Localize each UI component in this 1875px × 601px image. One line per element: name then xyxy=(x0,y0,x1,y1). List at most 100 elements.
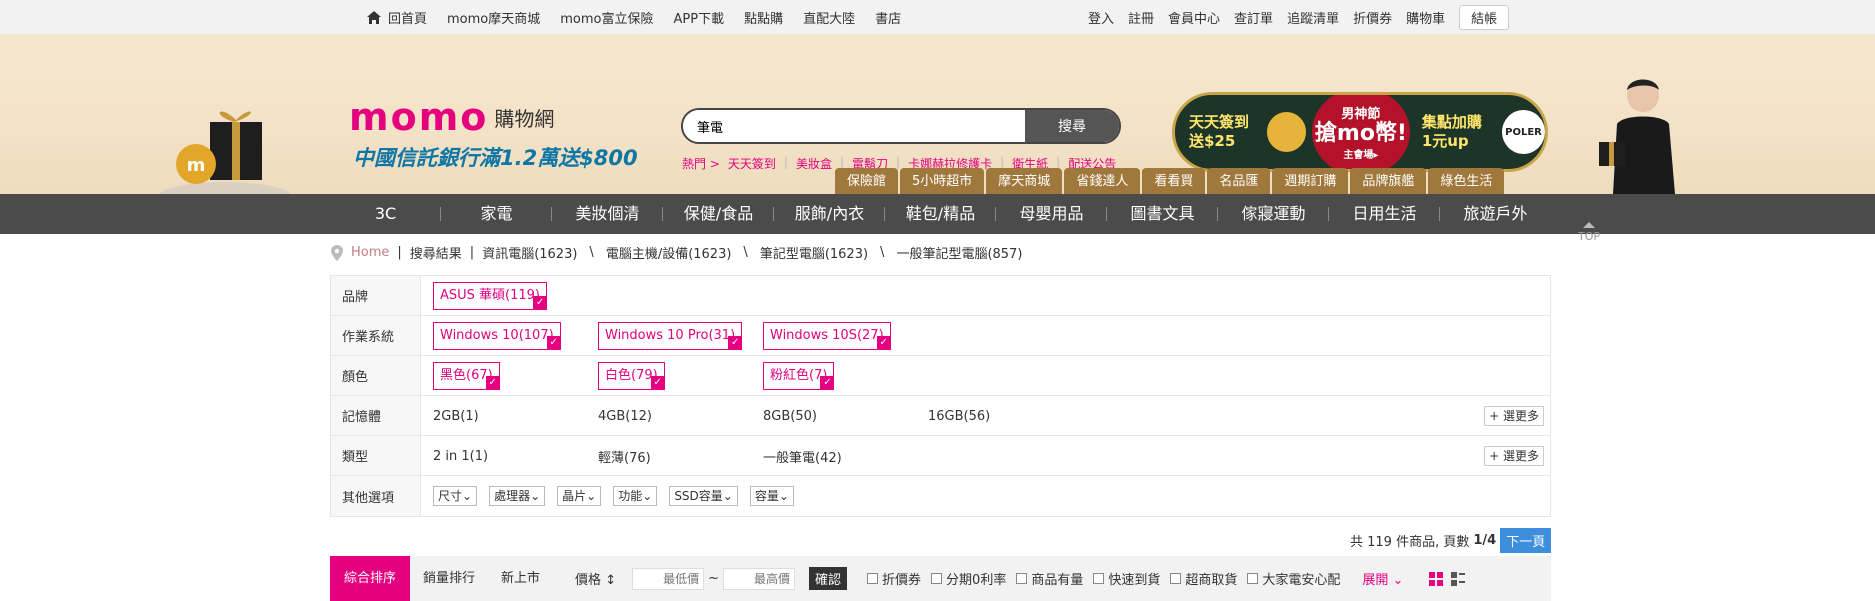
momo-logo[interactable]: momo 購物網 xyxy=(349,95,554,139)
login-link[interactable]: 登入 xyxy=(1088,8,1114,27)
sort-tab-new[interactable]: 新上市 xyxy=(488,556,553,601)
nav-item-daily[interactable]: 日用生活 xyxy=(1329,194,1440,234)
price-sort[interactable]: 價格 ↕ xyxy=(575,569,616,588)
category-tab[interactable]: 週期訂購 xyxy=(1272,168,1349,196)
category-tab[interactable]: 省錢達人 xyxy=(1064,168,1141,196)
filter-option[interactable]: 2GB(1) xyxy=(433,396,479,436)
member-center-link[interactable]: 會員中心 xyxy=(1168,8,1220,27)
nav-item-home-sports[interactable]: 傢寢運動 xyxy=(1218,194,1329,234)
hot-link[interactable]: 天天簽到 xyxy=(728,155,776,172)
list-view-icon[interactable] xyxy=(1451,571,1466,586)
filter-option[interactable]: 4GB(12) xyxy=(598,396,652,436)
min-price-input[interactable] xyxy=(632,567,705,590)
search-button[interactable]: 搜尋 xyxy=(1025,110,1119,142)
register-link[interactable]: 註冊 xyxy=(1128,8,1154,27)
category-tab[interactable]: 摩天商城 xyxy=(986,168,1063,196)
cpu-dropdown[interactable]: 處理器⌄ xyxy=(489,486,546,506)
filter-label: 作業系統 xyxy=(331,316,421,355)
capacity-dropdown[interactable]: 容量⌄ xyxy=(749,486,794,506)
nav-item-books[interactable]: 圖書文具 xyxy=(1107,194,1218,234)
ssd-dropdown[interactable]: SSD容量⌄ xyxy=(669,486,738,506)
bank-promo-text[interactable]: 中國信託銀行滿1.2萬送$800 xyxy=(353,142,638,172)
checkbox-store-pickup[interactable]: 超商取貨 xyxy=(1170,569,1237,588)
back-to-top-link[interactable]: TOP xyxy=(1578,222,1600,243)
sort-tab-default[interactable]: 綜合排序 xyxy=(330,556,411,601)
next-page-button[interactable]: 下一頁 xyxy=(1500,528,1552,553)
top-link-app[interactable]: APP下載 xyxy=(674,8,725,27)
more-options-button[interactable]: + 選更多 xyxy=(1484,406,1544,426)
breadcrumb-home[interactable]: Home xyxy=(351,245,389,260)
breadcrumb-item[interactable]: 電腦主機/設備(1623) xyxy=(606,243,732,262)
order-link[interactable]: 查訂單 xyxy=(1234,8,1273,27)
logo-text: momo xyxy=(349,95,489,139)
coupon-link[interactable]: 折價券 xyxy=(1353,8,1392,27)
grid-view-icon[interactable] xyxy=(1429,571,1444,586)
chip-dropdown[interactable]: 晶片⌄ xyxy=(557,486,602,506)
category-tab[interactable]: 5小時超市 xyxy=(900,168,985,196)
wishlist-link[interactable]: 追蹤清單 xyxy=(1287,8,1339,27)
cart-link[interactable]: 購物車 xyxy=(1406,8,1445,27)
top-link-tianmall[interactable]: momo摩天商城 xyxy=(447,8,540,27)
breadcrumb-item[interactable]: 筆記型電腦(1623) xyxy=(760,243,868,262)
top-link-books[interactable]: 書店 xyxy=(875,8,901,27)
pagination: 共 119 件商品, 頁數 1/4 下一頁 xyxy=(1350,528,1552,553)
checkout-button[interactable]: 結帳 xyxy=(1459,4,1510,30)
filter-label: 記憶體 xyxy=(331,396,421,435)
checkbox-in-stock[interactable]: 商品有量 xyxy=(1016,569,1083,588)
location-pin-icon xyxy=(331,244,343,261)
home-link[interactable]: 回首頁 xyxy=(366,8,427,27)
price-confirm-button[interactable]: 確認 xyxy=(809,567,848,590)
nav-item-travel[interactable]: 旅遊戶外 xyxy=(1440,194,1551,234)
search-input[interactable] xyxy=(683,110,1025,142)
nav-item-apparel[interactable]: 服飾/內衣 xyxy=(774,194,885,234)
view-toggle xyxy=(1429,571,1466,586)
filter-chip-selected[interactable]: 黑色(67) xyxy=(433,362,500,390)
top-link-diandian[interactable]: 點點購 xyxy=(744,8,783,27)
filter-option[interactable]: 2 in 1(1) xyxy=(433,436,488,476)
category-tab[interactable]: 綠色生活 xyxy=(1428,168,1505,196)
checkbox-fast-delivery[interactable]: 快速到貨 xyxy=(1093,569,1160,588)
promo-banner[interactable]: 天天簽到 送$25 男神節 搶mo幣! 主會場▸ 集點加購 1元up POLER xyxy=(1172,92,1548,172)
size-dropdown[interactable]: 尺寸⌄ xyxy=(433,486,478,506)
filter-chip-selected[interactable]: Windows 10 Pro(31) xyxy=(598,322,743,350)
banner-seal: 男神節 搶mo幣! 主會場▸ xyxy=(1312,95,1410,169)
sort-tab-sales[interactable]: 銷量排行 xyxy=(410,556,488,601)
filter-chip-selected[interactable]: Windows 10S(27) xyxy=(763,322,891,350)
top-links-right: 登入 註冊 會員中心 查訂單 追蹤清單 折價券 購物車 結帳 xyxy=(1088,0,1510,34)
category-tab[interactable]: 保險館 xyxy=(835,168,899,196)
feature-dropdown[interactable]: 功能⌄ xyxy=(613,486,658,506)
category-tab[interactable]: 看看買 xyxy=(1142,168,1206,196)
filter-option[interactable]: 輕薄(76) xyxy=(598,436,651,476)
breadcrumb-item[interactable]: 搜尋結果 xyxy=(410,243,462,262)
category-tab[interactable]: 品牌旗艦 xyxy=(1350,168,1427,196)
nav-item-3c[interactable]: 3C xyxy=(330,194,441,234)
hot-link[interactable]: 美妝盒 xyxy=(796,155,832,172)
filter-option[interactable]: 一般筆電(42) xyxy=(763,436,842,476)
checkbox-coupon[interactable]: 折價券 xyxy=(867,569,921,588)
filter-option[interactable]: 8GB(50) xyxy=(763,396,817,436)
breadcrumb-item[interactable]: 一般筆記型電腦(857) xyxy=(896,243,1022,262)
nav-item-appliances[interactable]: 家電 xyxy=(441,194,552,234)
sort-bar: 綜合排序 銷量排行 新上市 價格 ↕ ~ 確認 折價券 分期0利率 商品有量 快… xyxy=(330,556,1551,601)
expand-button[interactable]: 展開 ⌄ xyxy=(1362,569,1403,588)
filter-chip-selected[interactable]: 白色(79) xyxy=(598,362,665,390)
breadcrumb-item[interactable]: 資訊電腦(1623) xyxy=(482,243,577,262)
checkbox-appliance-safe[interactable]: 大家電安心配 xyxy=(1247,569,1340,588)
nav-item-beauty[interactable]: 美妝個清 xyxy=(552,194,663,234)
nav-item-health-food[interactable]: 保健/食品 xyxy=(663,194,774,234)
more-options-button[interactable]: + 選更多 xyxy=(1484,446,1544,466)
top-link-insurance[interactable]: momo富立保險 xyxy=(560,8,653,27)
nav-item-baby[interactable]: 母嬰用品 xyxy=(996,194,1107,234)
hot-label: 熱門 > xyxy=(682,157,720,171)
max-price-input[interactable] xyxy=(723,567,796,590)
category-tab[interactable]: 名品匯 xyxy=(1207,168,1271,196)
filter-option[interactable]: 16GB(56) xyxy=(928,396,990,436)
checkbox-installment[interactable]: 分期0利率 xyxy=(931,569,1006,588)
nav-item-shoes-bags[interactable]: 鞋包/精品 xyxy=(885,194,996,234)
top-link-china[interactable]: 直配大陸 xyxy=(803,8,855,27)
spokesperson-image xyxy=(1593,74,1683,194)
filter-chip-selected[interactable]: Windows 10(107) xyxy=(433,322,561,350)
price-filter: 價格 ↕ ~ 確認 xyxy=(575,567,848,590)
filter-chip-selected[interactable]: ASUS 華碩(119) xyxy=(433,282,548,310)
filter-chip-selected[interactable]: 粉紅色(7) xyxy=(763,362,835,390)
